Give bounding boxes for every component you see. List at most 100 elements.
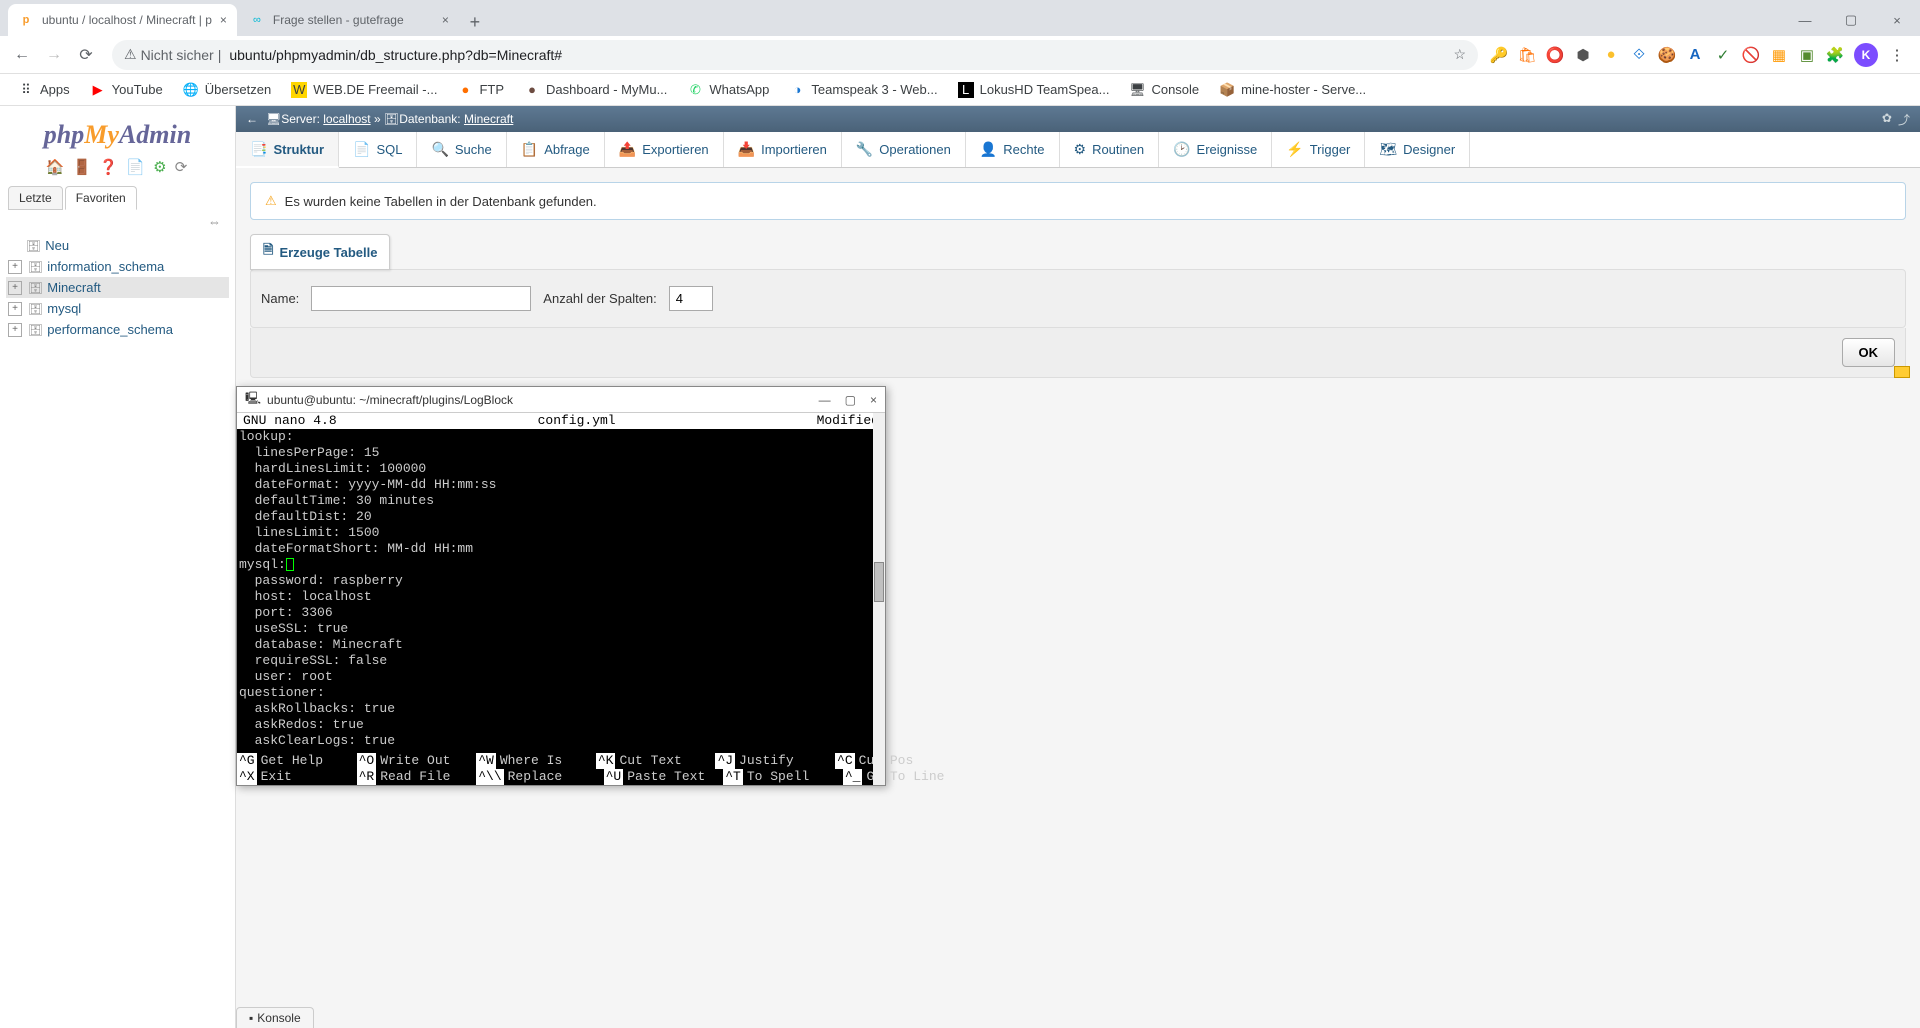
expand-icon[interactable]: +: [8, 260, 22, 274]
term-close-button[interactable]: ×: [870, 393, 877, 407]
profile-avatar[interactable]: K: [1854, 43, 1878, 67]
bookmark-whatsapp[interactable]: ✆WhatsApp: [679, 78, 777, 102]
bookmark-star-icon[interactable]: ☆: [1453, 46, 1466, 63]
terminal-content[interactable]: lookup: linesPerPage: 15 hardLinesLimit:…: [237, 429, 885, 753]
reload-button[interactable]: ⟳: [72, 41, 100, 69]
logout-icon[interactable]: 🚪: [73, 159, 94, 176]
new-tab-button[interactable]: +: [461, 8, 489, 36]
settings-icon[interactable]: ⚙: [153, 159, 168, 176]
menu-suche[interactable]: 🔍Suche: [417, 132, 506, 167]
bookmark-youtube[interactable]: ▶YouTube: [82, 78, 171, 102]
menu-rechte[interactable]: 👤Rechte: [966, 132, 1060, 167]
bookmark-ftp[interactable]: ●FTP: [449, 78, 512, 102]
tree-db-item[interactable]: +🗄performance_schema: [6, 319, 229, 340]
nano-cmd: Where Is: [496, 753, 596, 769]
ext-icon[interactable]: ▣: [1798, 46, 1816, 64]
bookmark-webde[interactable]: WWEB.DE Freemail -...: [283, 78, 445, 102]
terminal-window[interactable]: 🖳 ubuntu@ubuntu: ~/minecraft/plugins/Log…: [236, 386, 886, 786]
browser-toolbar: ← → ⟳ ⚠ Nicht sicher | ubuntu/phpmyadmin…: [0, 36, 1920, 74]
sql-icon[interactable]: 📄: [126, 159, 147, 176]
bookmark-console[interactable]: 🖥Console: [1121, 78, 1207, 102]
ext-icon[interactable]: ●: [1602, 46, 1620, 64]
tab-favorites[interactable]: Favoriten: [65, 186, 137, 210]
link-icon[interactable]: ⇔: [0, 212, 235, 231]
docs-icon[interactable]: ❓: [99, 159, 120, 176]
ext-icon[interactable]: ▦: [1770, 46, 1788, 64]
term-maximize-button[interactable]: ▢: [845, 393, 856, 407]
tree-db-item[interactable]: +🗄mysql: [6, 298, 229, 319]
extensions-icon[interactable]: 🧩: [1826, 46, 1844, 64]
menu-abfrage[interactable]: 📋Abfrage: [507, 132, 605, 167]
tree-db-item[interactable]: +🗄information_schema: [6, 256, 229, 277]
menu-operationen[interactable]: 🔧Operationen: [842, 132, 966, 167]
maximize-button[interactable]: ▢: [1828, 4, 1874, 36]
ext-icon[interactable]: ⟐: [1630, 46, 1648, 64]
menu-ereignisse[interactable]: 🕑Ereignisse: [1159, 132, 1272, 167]
forward-button[interactable]: →: [40, 41, 68, 69]
table-name-input[interactable]: [311, 286, 531, 311]
expand-icon[interactable]: +: [8, 323, 22, 337]
logo-my: My: [84, 120, 119, 149]
bookmark-label: Teamspeak 3 - Web...: [811, 82, 937, 97]
ext-icon[interactable]: A: [1686, 46, 1704, 64]
terminal-titlebar[interactable]: 🖳 ubuntu@ubuntu: ~/minecraft/plugins/Log…: [237, 387, 885, 413]
bookmark-minehoster[interactable]: 📦mine-hoster - Serve...: [1211, 78, 1374, 102]
url-bar[interactable]: ⚠ Nicht sicher | ubuntu/phpmyadmin/db_st…: [112, 40, 1478, 70]
page-up-icon[interactable]: ⤴: [1898, 111, 1910, 128]
nano-key: ^G: [237, 753, 257, 769]
konsole-tab[interactable]: ▪ Konsole: [236, 1007, 314, 1028]
nav-toggle-icon[interactable]: ←: [246, 112, 258, 126]
menu-icon[interactable]: ⋮: [1888, 46, 1906, 64]
ext-icon[interactable]: 🚫: [1742, 46, 1760, 64]
bookmark-translate[interactable]: 🌐Übersetzen: [175, 78, 279, 102]
bookmark-lokushd[interactable]: LLokusHD TeamSpea...: [950, 78, 1118, 102]
ext-icon[interactable]: ✓: [1714, 46, 1732, 64]
reload-icon[interactable]: ⟳: [175, 159, 190, 176]
browser-tab-active[interactable]: p ubuntu / localhost / Minecraft | p ×: [8, 4, 237, 36]
security-indicator[interactable]: ⚠ Nicht sicher |: [124, 46, 221, 63]
menu-importieren[interactable]: 📥Importieren: [724, 132, 842, 167]
server-link[interactable]: localhost: [323, 112, 370, 126]
back-button[interactable]: ←: [8, 41, 36, 69]
youtube-icon: ▶: [90, 82, 106, 98]
scrollbar-thumb[interactable]: [874, 562, 884, 602]
tree-db-item[interactable]: +🗄Minecraft: [6, 277, 229, 298]
terminal-body[interactable]: GNU nano 4.8 config.yml Modified lookup:…: [237, 413, 885, 785]
term-minimize-button[interactable]: —: [819, 393, 831, 407]
minimize-button[interactable]: —: [1782, 4, 1828, 36]
menu-sql[interactable]: 📄SQL: [339, 132, 417, 167]
expand-icon[interactable]: +: [8, 281, 22, 295]
tab-recent[interactable]: Letzte: [8, 186, 63, 210]
ext-icon[interactable]: ⬢: [1574, 46, 1592, 64]
yellow-marker[interactable]: [1894, 366, 1910, 378]
menu-designer[interactable]: 🗺Designer: [1365, 132, 1470, 167]
bookmark-teamspeak[interactable]: ◑Teamspeak 3 - Web...: [781, 78, 945, 102]
table-cols-input[interactable]: [669, 286, 713, 311]
close-window-button[interactable]: ×: [1874, 4, 1920, 36]
page-settings-icon[interactable]: ✿: [1882, 111, 1892, 128]
expand-icon[interactable]: +: [8, 302, 22, 316]
bookmark-label: Apps: [40, 82, 70, 97]
bookmark-dashboard[interactable]: ●Dashboard - MyMu...: [516, 78, 675, 102]
menu-struktur[interactable]: 📑Struktur: [236, 132, 339, 168]
menu-trigger[interactable]: ⚡Trigger: [1272, 132, 1365, 167]
nano-footer: ^G Get Help^O Write Out^W Where Is^K Cut…: [237, 753, 885, 785]
ok-button[interactable]: OK: [1842, 338, 1896, 367]
menu-exportieren[interactable]: 📤Exportieren: [605, 132, 724, 167]
bookmark-label: WEB.DE Freemail -...: [313, 82, 437, 97]
ext-icon[interactable]: 🛍: [1518, 46, 1536, 64]
tree-new[interactable]: 🗄 Neu: [6, 235, 229, 256]
close-icon[interactable]: ×: [434, 13, 449, 27]
ext-icon[interactable]: 🍪: [1658, 46, 1676, 64]
close-icon[interactable]: ×: [212, 13, 227, 27]
bookmark-label: Dashboard - MyMu...: [546, 82, 667, 97]
home-icon[interactable]: 🏠: [46, 159, 67, 176]
bookmark-apps[interactable]: ⠿Apps: [10, 78, 78, 102]
ext-icon[interactable]: ⭕: [1546, 46, 1564, 64]
menu-icon: 📄: [353, 141, 370, 158]
terminal-scrollbar[interactable]: [873, 413, 885, 785]
db-link[interactable]: Minecraft: [464, 112, 513, 126]
browser-tab-inactive[interactable]: ∞ Frage stellen - gutefrage ×: [239, 4, 459, 36]
menu-routinen[interactable]: ⚙Routinen: [1060, 132, 1160, 167]
ext-icon[interactable]: 🔑: [1490, 46, 1508, 64]
